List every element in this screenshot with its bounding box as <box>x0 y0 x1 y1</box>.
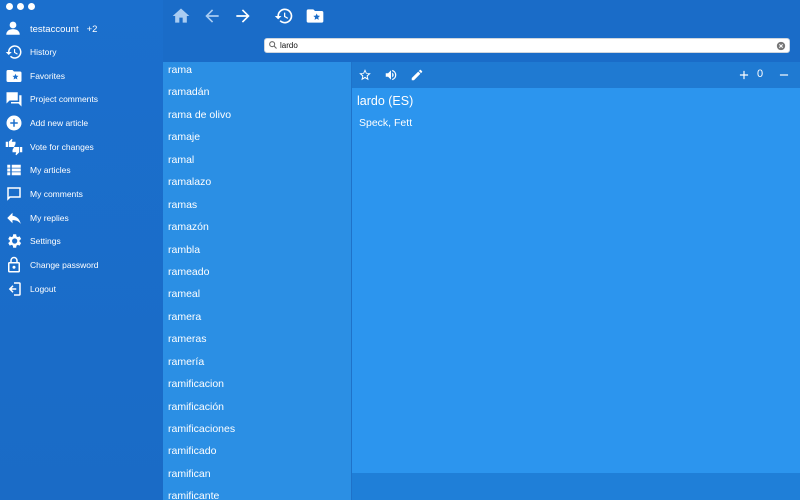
account-badge: +2 <box>86 24 98 35</box>
thumbs-icon <box>4 137 24 157</box>
increase-button[interactable] <box>736 67 752 83</box>
translation: Speck, Fett <box>359 117 413 129</box>
history-icon <box>274 8 293 24</box>
list-item[interactable]: ramificación <box>163 399 351 421</box>
minus-icon <box>779 74 789 76</box>
search-input[interactable] <box>280 39 770 52</box>
search-icon <box>269 41 277 49</box>
headword: lardo (ES) <box>357 94 414 108</box>
decrease-button[interactable] <box>776 67 792 83</box>
sidebar-item-label: Favorites <box>30 70 65 81</box>
favorite-star-button[interactable] <box>357 67 373 83</box>
sidebar-item-change-password[interactable]: Change password <box>4 253 99 277</box>
home-icon <box>172 8 190 23</box>
minimize-window-button[interactable] <box>17 3 24 10</box>
list-item[interactable]: ramificante <box>163 488 351 500</box>
sidebar-item-project-comments[interactable]: Project comments <box>4 87 99 111</box>
sidebar-item-label: Vote for changes <box>30 141 94 152</box>
sidebar: testaccount +2 History Favorites Project… <box>0 0 163 500</box>
sidebar-item-label: Logout <box>30 283 56 294</box>
word-list: rama ramadán rama de olivo ramaje ramal ramal… <box>163 62 351 500</box>
sidebar-item-my-comments[interactable]: My comments <box>4 182 99 206</box>
list-item[interactable]: rameado <box>163 264 351 286</box>
list-item[interactable]: ramificacion <box>163 376 351 398</box>
list-item[interactable]: ramaje <box>163 129 351 151</box>
account-row[interactable]: testaccount +2 <box>4 19 97 40</box>
list-item[interactable]: rameal <box>163 286 351 308</box>
favorites-folder-icon <box>306 9 324 23</box>
sidebar-item-my-replies[interactable]: My replies <box>4 206 99 230</box>
comment-icon <box>4 184 24 204</box>
favorites-folder-icon <box>4 66 24 86</box>
user-icon <box>4 19 22 40</box>
list-item[interactable]: ramería <box>163 354 351 376</box>
gear-icon <box>4 231 24 251</box>
arrow-left-icon <box>205 9 219 23</box>
star-outline-icon <box>359 69 371 81</box>
sidebar-item-my-articles[interactable]: My articles <box>4 158 99 182</box>
list-item[interactable]: ramera <box>163 309 351 331</box>
list-item[interactable]: ramifican <box>163 466 351 488</box>
speaker-icon <box>385 69 397 81</box>
sidebar-item-label: Project comments <box>30 94 99 105</box>
sidebar-menu: History Favorites Project comments Add n… <box>4 40 99 301</box>
list-item[interactable]: ramal <box>163 152 351 174</box>
close-window-button[interactable] <box>6 3 13 10</box>
logout-icon <box>4 279 24 299</box>
sidebar-item-label: History <box>30 46 57 57</box>
list-item[interactable]: ramalazo <box>163 174 351 196</box>
search-box <box>264 38 790 53</box>
list-item[interactable]: ramadán <box>163 84 351 106</box>
clear-search-icon[interactable] <box>776 41 786 51</box>
pencil-icon <box>411 69 423 81</box>
sidebar-item-label: My comments <box>30 188 83 199</box>
favorites-button[interactable] <box>303 5 327 27</box>
list-icon <box>4 160 24 180</box>
account-name: testaccount <box>30 24 79 35</box>
add-circle-icon <box>4 113 24 133</box>
list-item[interactable]: rambla <box>163 242 351 264</box>
sidebar-item-logout[interactable]: Logout <box>4 277 99 301</box>
zoom-window-button[interactable] <box>28 3 35 10</box>
list-item[interactable]: ramificado <box>163 443 351 465</box>
sidebar-item-label: My articles <box>30 165 71 176</box>
chat-icon <box>4 89 24 109</box>
list-item[interactable]: ramas <box>163 197 351 219</box>
list-item[interactable]: ramificaciones <box>163 421 351 443</box>
sidebar-item-history[interactable]: History <box>4 40 99 64</box>
sidebar-item-favorites[interactable]: Favorites <box>4 64 99 88</box>
vote-counter: 0 <box>757 68 764 80</box>
bottom-bar <box>352 473 800 500</box>
sidebar-item-label: Change password <box>30 260 99 271</box>
edit-button[interactable] <box>409 67 425 83</box>
list-item[interactable]: rama <box>163 62 351 84</box>
forward-button[interactable] <box>231 5 255 27</box>
arrow-right-icon <box>236 9 250 23</box>
history-button[interactable] <box>272 5 296 27</box>
list-item[interactable]: rama de olivo <box>163 107 351 129</box>
plus-icon <box>739 70 749 80</box>
sidebar-item-label: Add new article <box>30 117 89 128</box>
sidebar-item-settings[interactable]: Settings <box>4 230 99 254</box>
window-controls <box>6 3 35 10</box>
reply-icon <box>4 208 24 228</box>
back-button[interactable] <box>200 5 224 27</box>
list-item[interactable]: ramazón <box>163 219 351 241</box>
lock-icon <box>4 255 24 275</box>
sidebar-item-label: My replies <box>30 212 69 223</box>
speak-button[interactable] <box>383 67 399 83</box>
sidebar-item-vote[interactable]: Vote for changes <box>4 135 99 159</box>
sidebar-item-label: Settings <box>30 236 61 247</box>
list-item[interactable]: rameras <box>163 331 351 353</box>
toolbar <box>163 0 800 62</box>
history-icon <box>4 42 24 62</box>
detail-toolbar: 0 <box>352 62 800 88</box>
sidebar-item-add-article[interactable]: Add new article <box>4 111 99 135</box>
article-panel: lardo (ES) Speck, Fett <box>352 88 800 473</box>
home-button[interactable] <box>169 5 193 27</box>
